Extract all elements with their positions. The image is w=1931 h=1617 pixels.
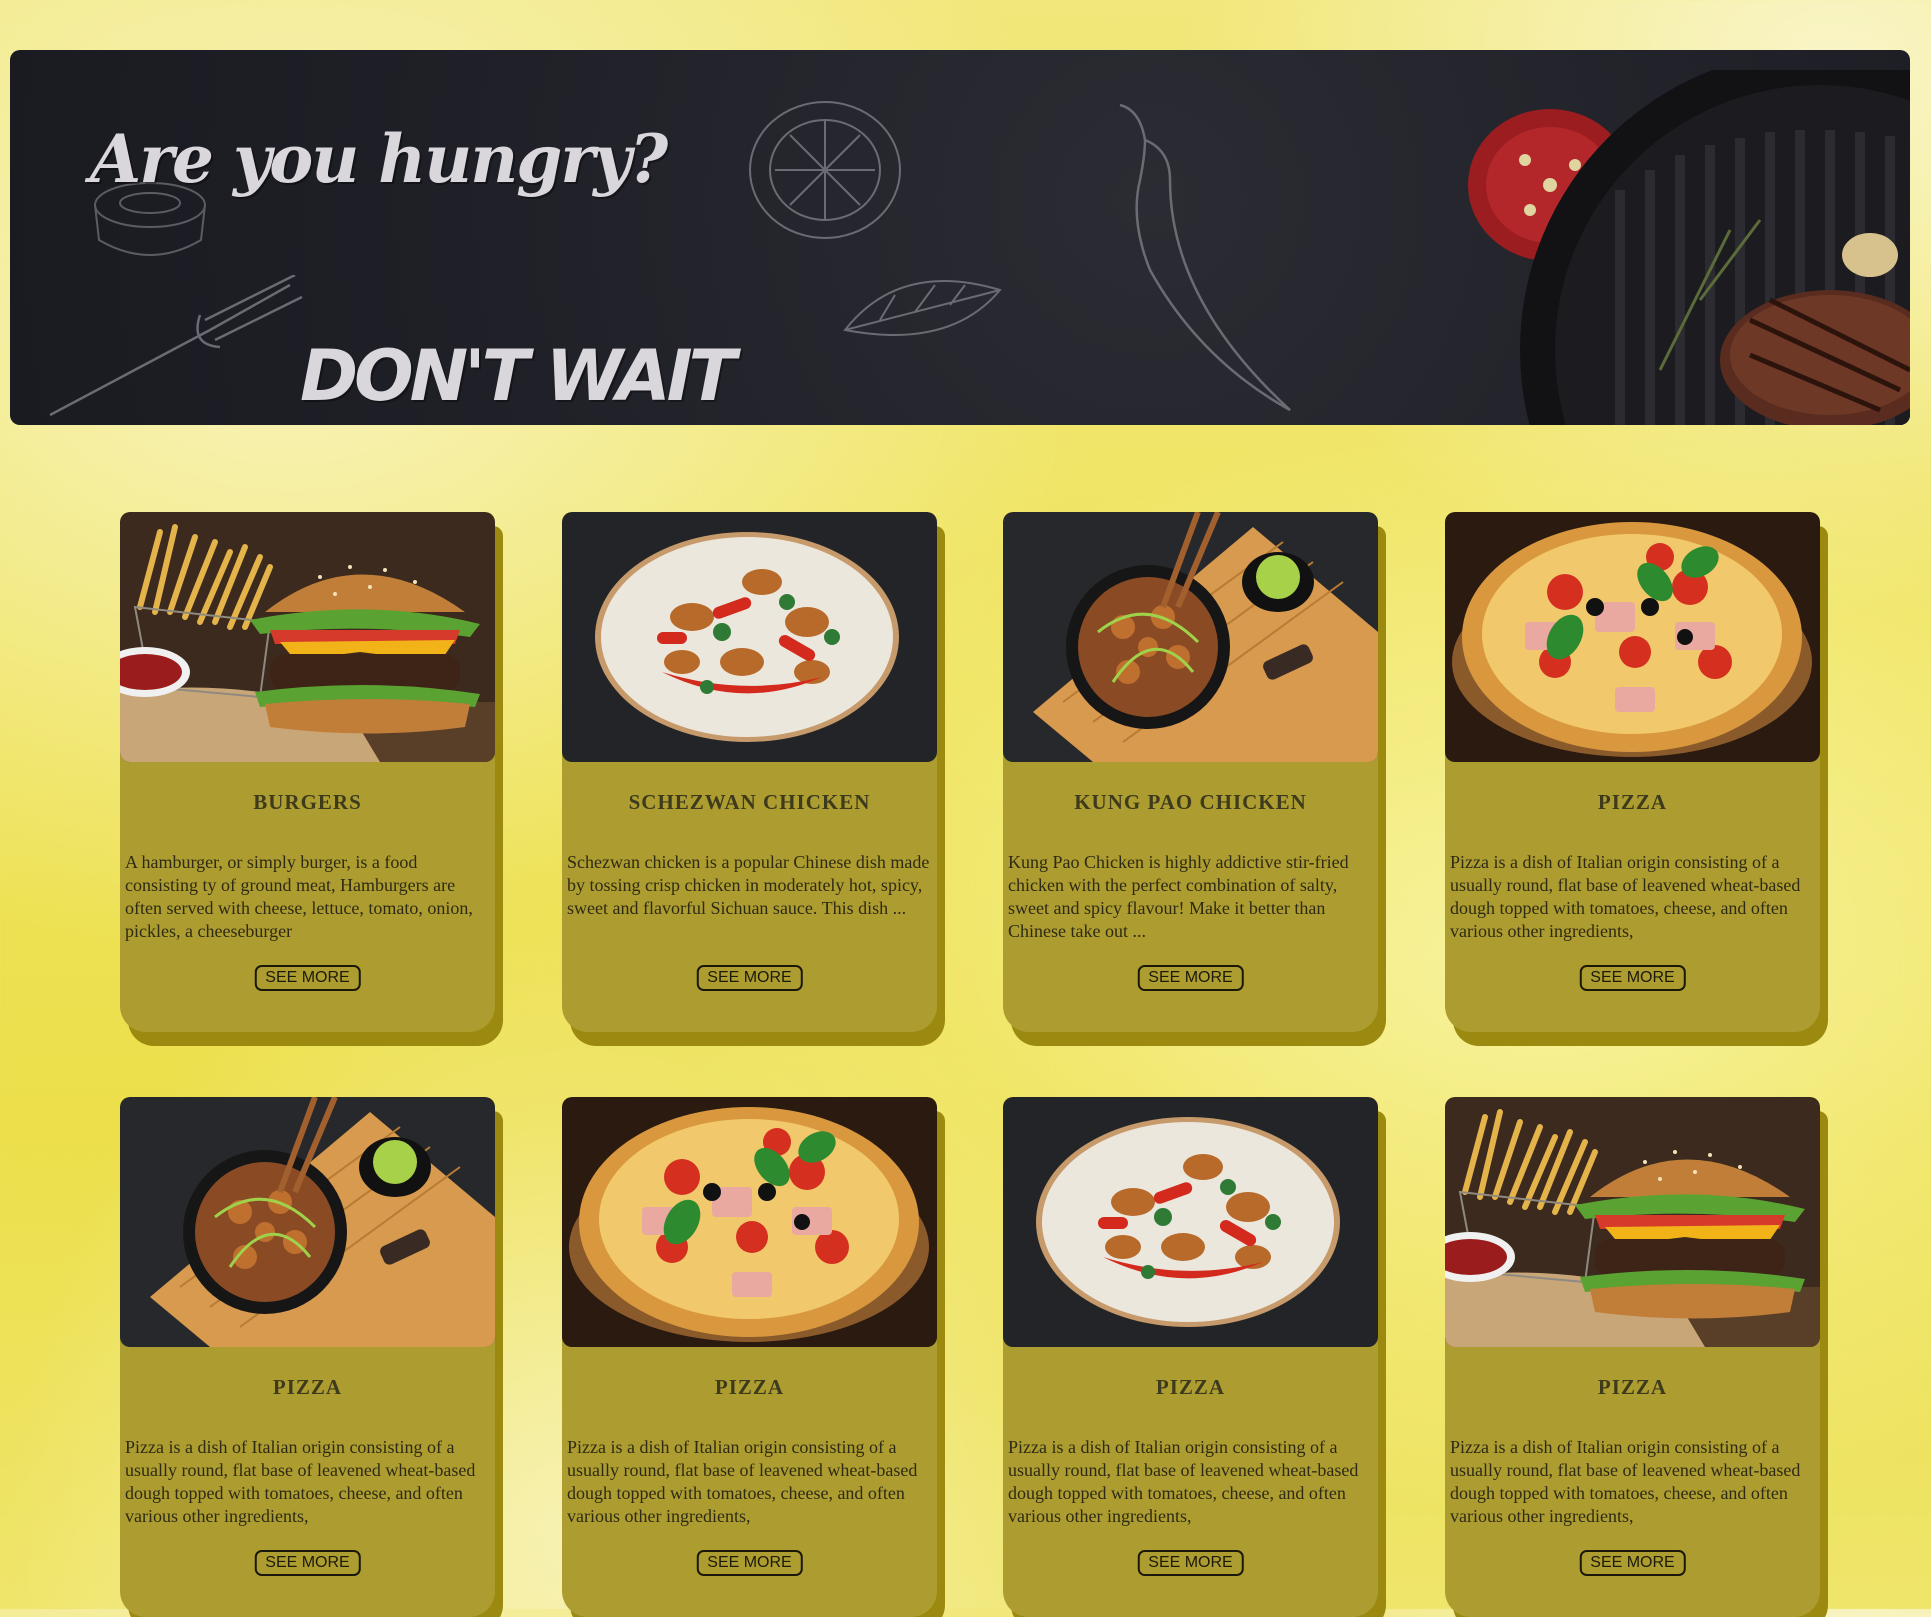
leaf-sketch-icon	[840, 250, 1010, 360]
fork-sketch-icon	[40, 275, 310, 425]
card-title: KUNG PAO CHICKEN	[1074, 790, 1307, 814]
see-more-button[interactable]: SEE MORE	[1137, 1550, 1244, 1576]
card-title: PIZZA	[1155, 1375, 1226, 1399]
food-card: BURGERS A hamburger, or simply burger, is…	[120, 512, 495, 1032]
food-image	[562, 512, 937, 762]
food-image	[562, 1097, 937, 1347]
food-image	[1445, 1097, 1820, 1347]
card-description: Pizza is a dish of Italian origin consis…	[125, 1437, 476, 1526]
food-card: PIZZA Pizza is a dish of Italian origin c…	[562, 1097, 937, 1617]
hero-banner: Are you hungry? DON'T WAIT	[10, 50, 1910, 425]
see-more-button[interactable]: SEE MORE	[1579, 965, 1686, 991]
food-card: PIZZA Pizza is a dish of Italian origin c…	[1445, 1097, 1820, 1617]
card-title: PIZZA	[1597, 1375, 1668, 1399]
see-more-button[interactable]: SEE MORE	[1579, 1550, 1686, 1576]
card-title: PIZZA	[272, 1375, 343, 1399]
food-image	[120, 1097, 495, 1347]
food-image	[120, 512, 495, 762]
see-more-button[interactable]: SEE MORE	[254, 965, 361, 991]
food-image	[1003, 512, 1378, 762]
card-description: Pizza is a dish of Italian origin consis…	[1450, 1437, 1801, 1526]
card-title: SCHEZWAN CHICKEN	[628, 790, 871, 814]
see-more-button[interactable]: SEE MORE	[254, 1550, 361, 1576]
card-description: A hamburger, or simply burger, is a food…	[125, 852, 473, 941]
food-card: PIZZA Pizza is a dish of Italian origin c…	[120, 1097, 495, 1617]
card-description: Pizza is a dish of Italian origin consis…	[1008, 1437, 1359, 1526]
card-description: Pizza is a dish of Italian origin consis…	[1450, 852, 1801, 941]
see-more-button[interactable]: SEE MORE	[696, 1550, 803, 1576]
food-card: PIZZA Pizza is a dish of Italian origin c…	[1445, 512, 1820, 1032]
banner-tagline: DON'T WAIT	[300, 335, 736, 417]
card-description: Schezwan chicken is a popular Chinese di…	[567, 852, 930, 918]
card-title: PIZZA	[1597, 790, 1668, 814]
card-title: PIZZA	[714, 1375, 785, 1399]
food-image	[1445, 512, 1820, 762]
food-image	[1003, 1097, 1378, 1347]
food-card: PIZZA Pizza is a dish of Italian origin c…	[1003, 1097, 1378, 1617]
tomato-slice-sketch-icon	[740, 95, 910, 245]
grill-pan-image	[1430, 70, 1910, 425]
see-more-button[interactable]: SEE MORE	[696, 965, 803, 991]
card-description: Pizza is a dish of Italian origin consis…	[567, 1437, 918, 1526]
card-title: BURGERS	[253, 790, 362, 814]
see-more-button[interactable]: SEE MORE	[1137, 965, 1244, 991]
banner-title: Are you hungry?	[90, 120, 668, 198]
chili-pepper-sketch-icon	[1110, 100, 1310, 420]
food-card: KUNG PAO CHICKEN Kung Pao Chicken is high…	[1003, 512, 1378, 1032]
card-description: Kung Pao Chicken is highly addictive sti…	[1008, 852, 1349, 941]
food-card: SCHEZWAN CHICKEN Schezwan chicken is a po…	[562, 512, 937, 1032]
